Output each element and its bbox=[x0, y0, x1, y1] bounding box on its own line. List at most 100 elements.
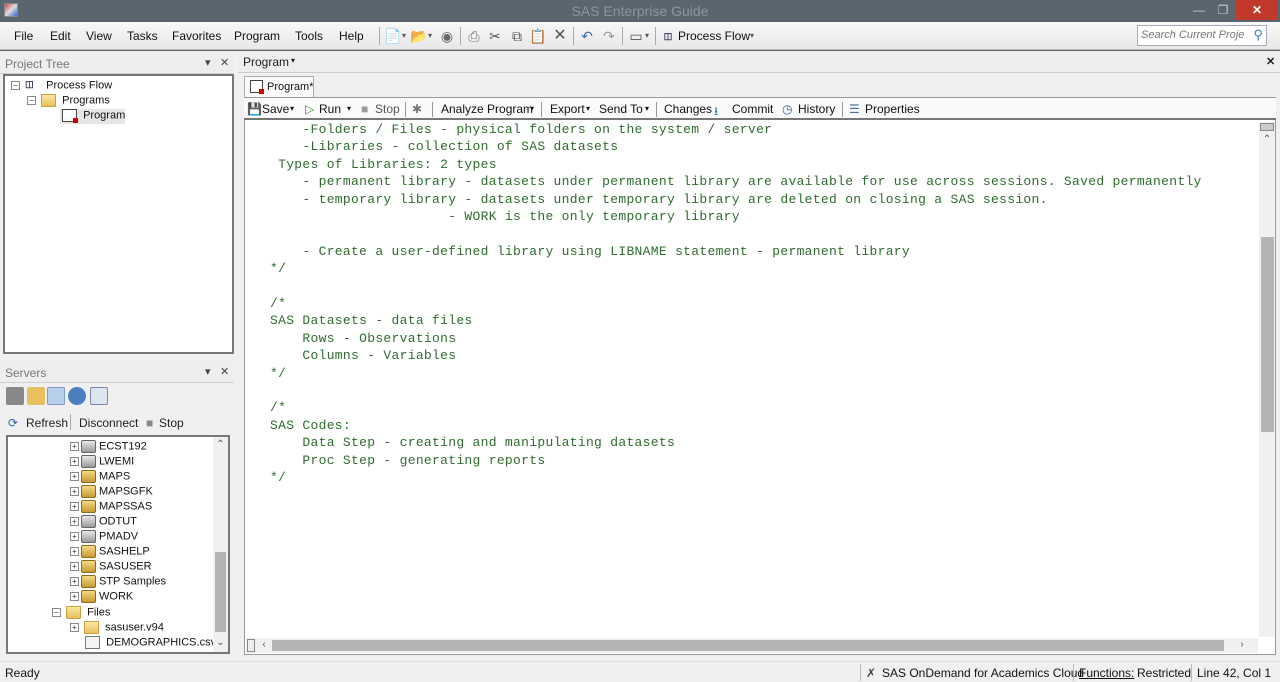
servers-view-icon[interactable] bbox=[6, 387, 24, 405]
tree-node-library[interactable]: + LWEMI bbox=[70, 455, 134, 470]
menu-view[interactable]: View bbox=[86, 29, 112, 43]
menu-help[interactable]: Help bbox=[339, 29, 364, 43]
analyze-dropdown-icon[interactable]: ▾ bbox=[530, 104, 534, 113]
tree-node-sasuser[interactable]: + sasuser.v94 bbox=[70, 621, 164, 636]
tree-node-demographics-csv[interactable]: DEMOGRAPHICS.csv bbox=[83, 636, 216, 651]
tree-node-library[interactable]: + MAPS bbox=[70, 470, 130, 485]
changes-button[interactable]: Changes bbox=[664, 102, 712, 116]
document-menu-dropdown-icon[interactable]: ▾ bbox=[291, 56, 295, 65]
expand-icon[interactable]: + bbox=[70, 623, 79, 632]
menu-file[interactable]: File bbox=[14, 29, 33, 43]
menu-favorites[interactable]: Favorites bbox=[172, 29, 221, 43]
scroll-up-icon[interactable]: ⌃ bbox=[213, 439, 228, 450]
process-flow-selector[interactable]: Process Flow bbox=[678, 29, 750, 43]
expand-icon[interactable]: + bbox=[70, 592, 79, 601]
functions-link[interactable]: Functions: bbox=[1079, 666, 1134, 680]
run-dropdown-icon[interactable]: ▾ bbox=[347, 104, 351, 113]
scrollbar-thumb[interactable] bbox=[1261, 237, 1274, 432]
servers-vertical-scrollbar[interactable]: ⌃ ⌄ bbox=[213, 437, 228, 652]
tree-node-library[interactable]: + PMADV bbox=[70, 530, 138, 545]
scroll-down-icon[interactable]: ⌄ bbox=[213, 637, 228, 648]
expand-icon[interactable]: + bbox=[70, 487, 79, 496]
copy-icon[interactable]: ⧉ bbox=[508, 27, 526, 45]
save-project-icon[interactable]: ◉ bbox=[438, 27, 456, 45]
run-button[interactable]: Run bbox=[319, 102, 341, 116]
panel-menu-icon[interactable]: ▾ bbox=[205, 56, 211, 69]
tree-node-library[interactable]: + MAPSSAS bbox=[70, 500, 152, 515]
save-dropdown-icon[interactable]: ▾ bbox=[290, 104, 294, 113]
editor-vertical-scrollbar[interactable]: ⌃ bbox=[1259, 122, 1275, 637]
menu-tools[interactable]: Tools bbox=[295, 29, 323, 43]
debug-icon[interactable]: ✱ bbox=[412, 102, 422, 116]
expand-icon[interactable]: + bbox=[70, 442, 79, 451]
expand-icon[interactable]: + bbox=[70, 547, 79, 556]
search-input[interactable] bbox=[1138, 26, 1244, 44]
new-dropdown-icon[interactable]: ▾ bbox=[400, 27, 408, 45]
split-handle[interactable] bbox=[247, 639, 255, 652]
tree-node-library[interactable]: + SASHELP bbox=[70, 545, 150, 560]
stop-button[interactable]: Stop bbox=[375, 102, 400, 116]
scroll-left-icon[interactable]: ‹ bbox=[258, 639, 270, 650]
expand-icon[interactable]: + bbox=[70, 517, 79, 526]
process-flow-dropdown-icon[interactable]: ▾ bbox=[748, 27, 756, 45]
restore-button[interactable]: ❐ bbox=[1210, 0, 1236, 20]
layout-dropdown-icon[interactable]: ▾ bbox=[643, 27, 651, 45]
tree-node-library[interactable]: + STP Samples bbox=[70, 575, 166, 590]
menu-tasks[interactable]: Tasks bbox=[127, 29, 158, 43]
document-close-icon[interactable]: ✕ bbox=[1266, 55, 1275, 68]
expand-icon[interactable]: + bbox=[70, 577, 79, 586]
redo-icon[interactable]: ↷ bbox=[600, 27, 618, 45]
tree-node-library[interactable]: + ECST192 bbox=[70, 440, 147, 455]
paste-icon[interactable]: 📋 bbox=[529, 27, 547, 45]
expand-icon[interactable]: + bbox=[70, 472, 79, 481]
document-view-icon[interactable] bbox=[90, 387, 108, 405]
collapse-icon[interactable]: − bbox=[11, 81, 20, 90]
analyze-program-button[interactable]: Analyze Program bbox=[441, 102, 533, 116]
disconnect-button[interactable]: Disconnect bbox=[79, 416, 138, 430]
collapse-icon[interactable]: − bbox=[52, 608, 61, 617]
web-server-icon[interactable] bbox=[68, 387, 86, 405]
scrollbar-thumb[interactable] bbox=[215, 552, 226, 632]
close-button[interactable]: ✕ bbox=[1236, 0, 1278, 20]
panel-close-icon[interactable]: ✕ bbox=[220, 56, 229, 69]
panel-close-icon[interactable]: ✕ bbox=[220, 365, 229, 378]
cut-icon[interactable]: ✂ bbox=[486, 27, 504, 45]
tab-program[interactable]: Program* bbox=[244, 76, 314, 97]
save-button[interactable]: Save bbox=[262, 102, 289, 116]
editor-horizontal-scrollbar[interactable]: ‹ › bbox=[246, 638, 1258, 653]
search-icon[interactable]: ⚲ bbox=[1253, 27, 1263, 43]
print-icon[interactable]: ⎙ bbox=[465, 27, 483, 45]
split-handle[interactable] bbox=[1260, 123, 1274, 131]
minimize-button[interactable]: — bbox=[1186, 0, 1212, 20]
expand-icon[interactable]: + bbox=[70, 457, 79, 466]
expand-icon[interactable]: + bbox=[70, 562, 79, 571]
history-button[interactable]: History bbox=[798, 102, 835, 116]
code-editor[interactable]: -Folders / Files - physical folders on t… bbox=[246, 122, 1258, 637]
refresh-button[interactable]: Refresh bbox=[26, 416, 68, 430]
panel-menu-icon[interactable]: ▾ bbox=[205, 365, 211, 378]
tree-node-process-flow[interactable]: − ◫ Process Flow bbox=[11, 79, 112, 94]
tree-node-library[interactable]: + MAPSGFK bbox=[70, 485, 153, 500]
expand-icon[interactable]: + bbox=[70, 502, 79, 511]
libraries-view-icon[interactable] bbox=[27, 387, 45, 405]
tree-node-files[interactable]: − Files bbox=[52, 606, 110, 621]
server-view-icon[interactable] bbox=[47, 387, 65, 405]
open-dropdown-icon[interactable]: ▾ bbox=[426, 27, 434, 45]
tree-node-library[interactable]: + SASUSER bbox=[70, 560, 152, 575]
tree-node-library[interactable]: + ODTUT bbox=[70, 515, 137, 530]
menu-edit[interactable]: Edit bbox=[50, 29, 71, 43]
server-name[interactable]: SAS OnDemand for Academics Cloud bbox=[882, 666, 1084, 680]
export-dropdown-icon[interactable]: ▾ bbox=[586, 104, 590, 113]
commit-button[interactable]: Commit bbox=[732, 102, 773, 116]
document-menu[interactable]: Program bbox=[243, 55, 289, 69]
send-to-dropdown-icon[interactable]: ▾ bbox=[645, 104, 649, 113]
stop-server-button[interactable]: Stop bbox=[159, 416, 184, 430]
tree-node-library[interactable]: + WORK bbox=[70, 590, 133, 605]
tree-node-program[interactable]: Program bbox=[60, 109, 126, 124]
scroll-right-icon[interactable]: › bbox=[1236, 639, 1248, 650]
scroll-up-icon[interactable]: ⌃ bbox=[1259, 134, 1275, 145]
delete-icon[interactable]: ✕ bbox=[551, 27, 569, 45]
send-to-button[interactable]: Send To bbox=[599, 102, 643, 116]
menu-program[interactable]: Program bbox=[234, 29, 280, 43]
tree-node-programs[interactable]: − Programs bbox=[27, 94, 110, 109]
